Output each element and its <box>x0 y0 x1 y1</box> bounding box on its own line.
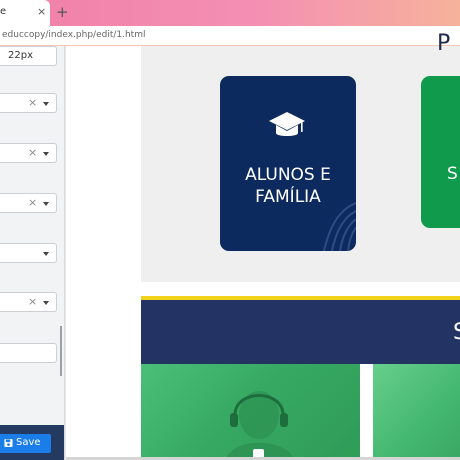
save-label: Save <box>16 437 41 448</box>
photo-secondary[interactable] <box>373 364 460 460</box>
chevron-down-icon[interactable] <box>43 152 49 156</box>
canvas-gutter <box>66 46 141 460</box>
chevron-down-icon[interactable] <box>43 252 49 256</box>
browser-tab[interactable]: e × <box>0 0 50 26</box>
address-bar[interactable]: educcopy/index.php/edit/1.html <box>0 26 460 46</box>
save-button[interactable]: Save <box>0 434 51 453</box>
floppy-disk-icon <box>4 438 13 448</box>
select-field-3[interactable]: × <box>0 193 57 213</box>
card-label-line1: ALUNOS E <box>245 165 331 185</box>
clear-icon[interactable]: × <box>28 146 37 160</box>
card-label-line2: FAMÍLIA <box>255 187 321 207</box>
url-text: educcopy/index.php/edit/1.html <box>2 30 146 40</box>
card-green-label: S <box>447 164 458 184</box>
settings-sidebar: 22px × × × × Save <box>0 46 65 460</box>
banner-title: S <box>453 320 460 345</box>
graduation-cap-icon <box>269 112 305 136</box>
section-title: P <box>437 31 451 56</box>
chevron-down-icon[interactable] <box>43 202 49 206</box>
text-field[interactable] <box>0 343 57 363</box>
select-field-2[interactable]: × <box>0 143 57 163</box>
chevron-down-icon[interactable] <box>43 301 49 305</box>
close-icon[interactable]: × <box>37 5 46 19</box>
student-headset-image <box>225 391 295 460</box>
chevron-down-icon[interactable] <box>43 102 49 106</box>
card-green[interactable] <box>421 76 460 228</box>
select-field-5[interactable]: × <box>0 292 57 312</box>
browser-tab-bar: e × + <box>0 0 460 26</box>
tab-title: e <box>0 6 7 17</box>
font-size-input[interactable]: 22px <box>0 46 57 66</box>
photo-separator <box>360 364 373 460</box>
new-tab-button[interactable]: + <box>56 3 69 21</box>
clear-icon[interactable]: × <box>28 295 37 309</box>
navy-banner[interactable] <box>141 300 460 364</box>
clear-icon[interactable]: × <box>28 96 37 110</box>
font-size-value: 22px <box>8 50 33 61</box>
card-label: ALUNOS E FAMÍLIA <box>220 164 356 208</box>
section-gap <box>141 282 460 296</box>
sidebar-scrollbar[interactable] <box>60 326 62 376</box>
select-field-1[interactable]: × <box>0 93 57 113</box>
select-field-4[interactable] <box>0 243 57 263</box>
clear-icon[interactable]: × <box>28 196 37 210</box>
